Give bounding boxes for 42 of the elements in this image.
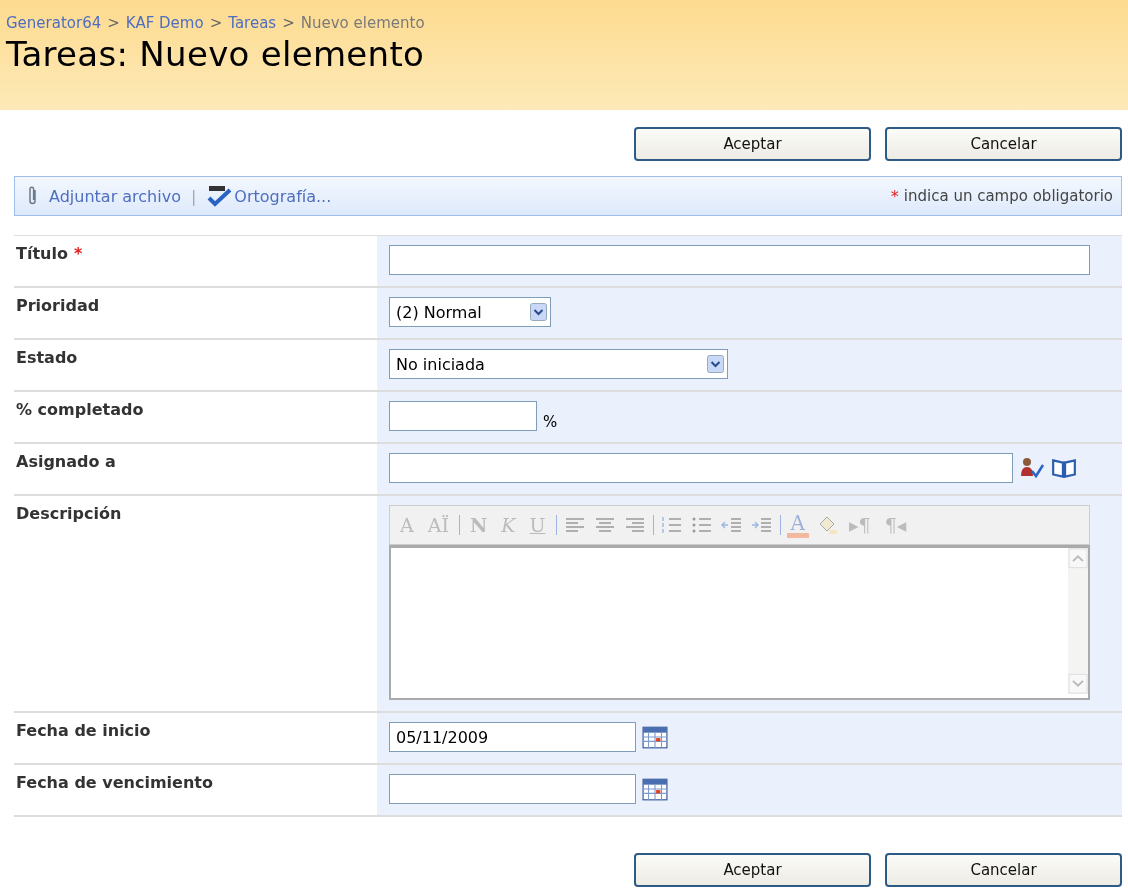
percent-sign: % bbox=[543, 413, 558, 431]
breadcrumb-link[interactable]: Generator64 bbox=[6, 14, 102, 32]
paperclip-icon bbox=[27, 185, 39, 207]
breadcrumb-current: Nuevo elemento bbox=[300, 14, 425, 32]
address-book-icon[interactable] bbox=[1051, 456, 1077, 480]
breadcrumb-link[interactable]: Tareas bbox=[228, 14, 277, 32]
required-asterisk: * bbox=[73, 244, 83, 263]
spelling-link[interactable]: Ortografía... bbox=[234, 186, 332, 206]
field-label: Fecha de vencimiento bbox=[16, 773, 213, 792]
scrollbar-drawing[interactable] bbox=[1068, 548, 1088, 694]
field-label: Asignado a bbox=[16, 452, 116, 471]
percent-input[interactable] bbox=[389, 401, 537, 431]
page-title: Tareas: Nuevo elemento bbox=[6, 34, 426, 74]
calendar-icon[interactable] bbox=[642, 725, 668, 749]
field-label: Estado bbox=[16, 348, 78, 367]
accept-button[interactable]: Aceptar bbox=[634, 127, 871, 161]
breadcrumb-separator: > bbox=[209, 14, 223, 32]
field-label: Fecha de inicio bbox=[16, 721, 151, 740]
description-textarea[interactable] bbox=[389, 545, 1090, 700]
breadcrumb-link[interactable]: KAF Demo bbox=[125, 14, 204, 32]
spell-check-icon bbox=[206, 184, 233, 208]
toolbar-separator: | bbox=[190, 186, 197, 206]
required-asterisk: * bbox=[890, 186, 899, 206]
field-label: Descripción bbox=[16, 504, 122, 523]
field-label: % completado bbox=[16, 400, 144, 419]
calendar-icon[interactable] bbox=[642, 777, 668, 801]
dropdown[interactable]: No iniciada bbox=[389, 349, 728, 379]
breadcrumb-separator: > bbox=[107, 14, 120, 32]
attach-file-link[interactable]: Adjuntar archivo bbox=[49, 186, 181, 206]
check-names-icon[interactable] bbox=[1019, 456, 1045, 480]
field-label: Título bbox=[16, 244, 68, 263]
cancel-button[interactable]: Cancelar bbox=[885, 127, 1122, 161]
field-label: Prioridad bbox=[16, 296, 100, 315]
date-input[interactable] bbox=[389, 774, 636, 804]
accept-button[interactable]: Aceptar bbox=[634, 853, 871, 887]
cancel-button[interactable]: Cancelar bbox=[885, 853, 1122, 887]
people-input[interactable] bbox=[389, 453, 1013, 483]
date-input[interactable]: 05/11/2009 bbox=[389, 722, 636, 752]
dropdown[interactable]: (2) Normal bbox=[389, 297, 551, 327]
breadcrumb-separator: > bbox=[282, 14, 295, 32]
title-input[interactable] bbox=[389, 245, 1090, 275]
required-note: indica un campo obligatorio bbox=[903, 187, 1113, 205]
